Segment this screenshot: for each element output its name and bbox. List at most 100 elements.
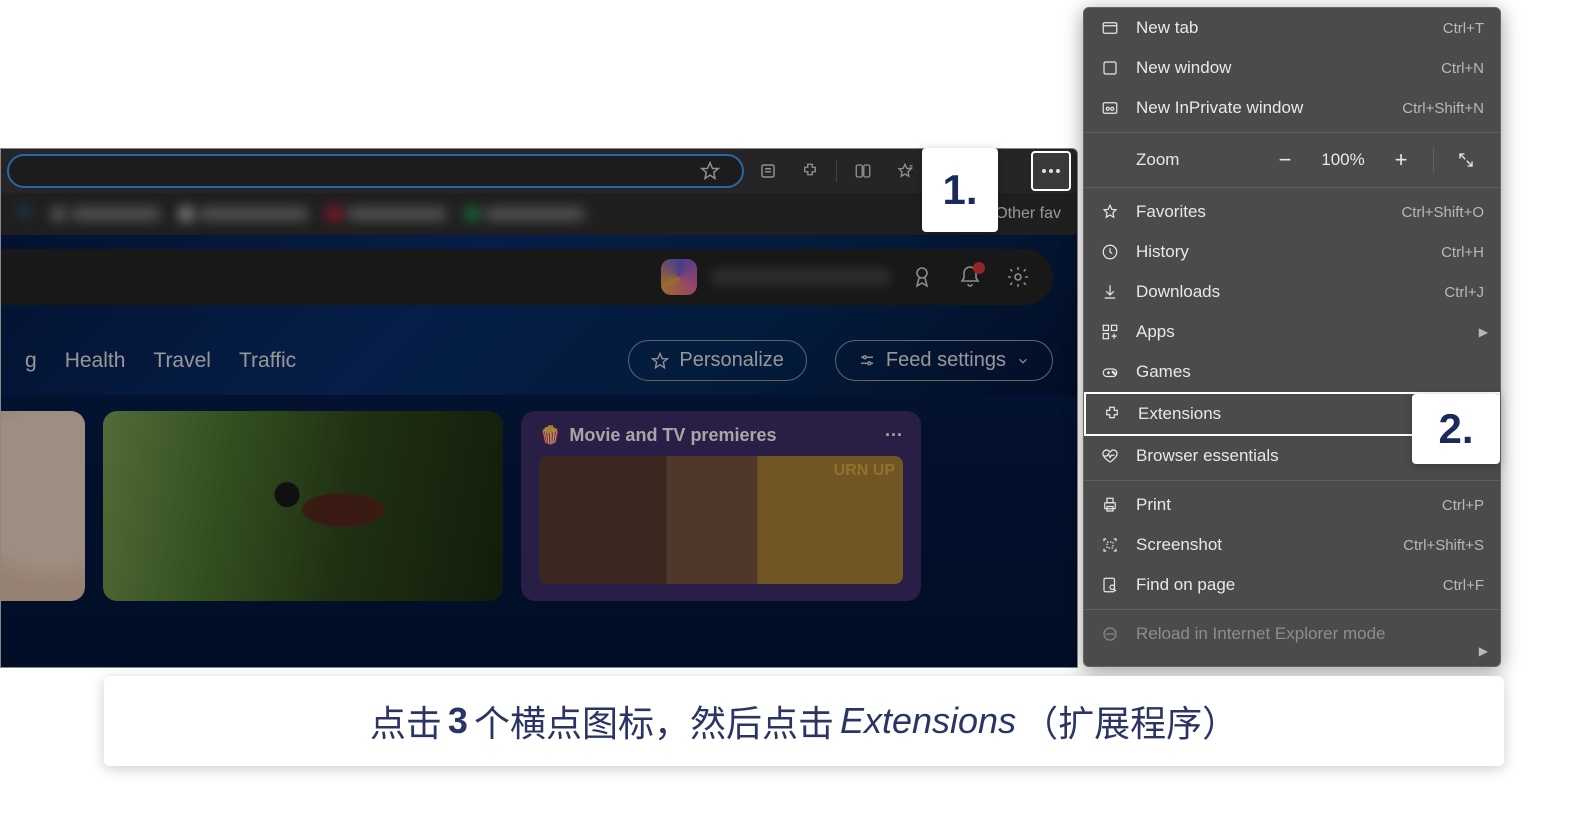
menu-print[interactable]: Print Ctrl+P [1084, 485, 1500, 525]
menu-label: Find on page [1136, 575, 1427, 595]
toolbar-row [1, 149, 1077, 193]
browser-window: Other fav g Health Travel Traffic [0, 148, 1078, 668]
find-icon [1100, 575, 1120, 595]
menu-separator [1084, 187, 1500, 188]
feed-settings-button[interactable]: Feed settings [835, 340, 1053, 381]
nav-tab[interactable]: Health [65, 349, 126, 373]
other-favorites-link[interactable]: Other fav [995, 205, 1061, 223]
menu-shortcut: Ctrl+T [1443, 20, 1484, 37]
search-icon[interactable] [17, 204, 33, 224]
split-screen-icon[interactable] [845, 153, 881, 189]
menu-label: History [1136, 242, 1425, 262]
menu-shortcut: Ctrl+Shift+S [1403, 537, 1484, 554]
screenshot-icon [1100, 535, 1120, 555]
news-card[interactable] [0, 411, 85, 601]
heart-pulse-icon [1100, 446, 1120, 466]
inprivate-icon [1100, 98, 1120, 118]
extensions-icon [1102, 404, 1122, 424]
zoom-out-button[interactable]: − [1267, 142, 1303, 178]
menu-downloads[interactable]: Downloads Ctrl+J [1084, 272, 1500, 312]
print-icon [1100, 495, 1120, 515]
feed-settings-label: Feed settings [886, 349, 1006, 372]
menu-label: Screenshot [1136, 535, 1387, 555]
menu-shortcut: Ctrl+Shift+O [1401, 204, 1484, 221]
bookmark-item[interactable] [465, 207, 585, 221]
menu-separator [1084, 480, 1500, 481]
menu-find[interactable]: Find on page Ctrl+F [1084, 565, 1500, 605]
news-cards: 🍿 Movie and TV premieres ··· [1, 395, 1077, 668]
movie-thumbnail [539, 456, 903, 584]
caption-bold: 3 [448, 700, 468, 742]
chevron-down-icon [1016, 354, 1030, 368]
popcorn-icon: 🍿 [539, 425, 561, 445]
hero-toolbar [1, 249, 1053, 305]
ie-icon [1100, 624, 1120, 644]
notification-dot [973, 262, 985, 274]
menu-label: New window [1136, 58, 1425, 78]
callout-1: 1. [922, 148, 998, 232]
reading-list-icon[interactable] [750, 153, 786, 189]
personalize-label: Personalize [679, 349, 784, 372]
menu-new-tab[interactable]: New tab Ctrl+T [1084, 8, 1500, 48]
toolbar-separator [836, 160, 837, 182]
caption-text: （扩展程序） [1022, 695, 1238, 747]
games-icon [1100, 362, 1120, 382]
chevron-right-icon: ▶ [1479, 325, 1488, 339]
menu-new-inprivate[interactable]: New InPrivate window Ctrl+Shift+N [1084, 88, 1500, 128]
card-more-icon[interactable]: ··· [885, 425, 903, 446]
menu-reload-ie: Reload in Internet Explorer mode [1084, 614, 1500, 654]
menu-shortcut: Ctrl+Shift+N [1402, 100, 1484, 117]
notifications-icon[interactable] [953, 260, 987, 294]
address-bar[interactable] [7, 154, 744, 188]
star-icon[interactable] [692, 153, 728, 189]
new-tab-icon [1100, 18, 1120, 38]
blurred-text [711, 268, 891, 286]
bookmark-item[interactable] [179, 207, 309, 221]
settings-gear-icon[interactable] [1001, 260, 1035, 294]
extensions-icon[interactable] [792, 153, 828, 189]
favorites-icon [1100, 202, 1120, 222]
nav-tab[interactable]: Traffic [239, 349, 296, 373]
apps-icon [1100, 322, 1120, 342]
menu-shortcut: Ctrl+H [1441, 244, 1484, 261]
menu-history[interactable]: History Ctrl+H [1084, 232, 1500, 272]
menu-label: Favorites [1136, 202, 1385, 222]
menu-label: Games [1136, 362, 1484, 382]
caption-italic: Extensions [840, 700, 1016, 742]
rewards-icon[interactable] [905, 260, 939, 294]
movie-card-title: Movie and TV premieres [569, 425, 776, 445]
settings-and-more-button[interactable] [1031, 151, 1071, 191]
menu-shortcut: Ctrl+P [1442, 497, 1484, 514]
nav-tab[interactable]: g [25, 349, 37, 373]
news-card-movie[interactable]: 🍿 Movie and TV premieres ··· [521, 411, 921, 601]
zoom-in-button[interactable]: + [1383, 142, 1419, 178]
bookmarks-bar: Other fav [1, 193, 1077, 235]
chevron-right-icon: ▶ [1479, 644, 1488, 658]
instruction-caption: 点击 3 个横点图标，然后点击 Extensions （扩展程序） [104, 676, 1504, 766]
favorites-icon[interactable] [887, 153, 923, 189]
menu-label: New InPrivate window [1136, 98, 1386, 118]
zoom-value: 100% [1317, 150, 1369, 170]
menu-shortcut: Ctrl+F [1443, 577, 1484, 594]
menu-favorites[interactable]: Favorites Ctrl+Shift+O [1084, 192, 1500, 232]
settings-menu: New tab Ctrl+T New window Ctrl+N New InP… [1083, 7, 1501, 667]
menu-label: New tab [1136, 18, 1427, 38]
callout-2: 2. [1412, 394, 1500, 464]
downloads-icon [1100, 282, 1120, 302]
nav-tab[interactable]: Travel [153, 349, 211, 373]
copilot-icon[interactable] [661, 259, 697, 295]
menu-new-window[interactable]: New window Ctrl+N [1084, 48, 1500, 88]
bookmark-item[interactable] [51, 207, 161, 221]
nav-tabs: g Health Travel Traffic Personalize Feed… [1, 340, 1077, 381]
caption-text: 点击 [370, 695, 442, 747]
menu-apps[interactable]: Apps ▶ [1084, 312, 1500, 352]
menu-games[interactable]: Games [1084, 352, 1500, 392]
bookmark-item[interactable] [327, 207, 447, 221]
menu-shortcut: Ctrl+N [1441, 60, 1484, 77]
news-card[interactable] [103, 411, 503, 601]
history-icon [1100, 242, 1120, 262]
zoom-label: Zoom [1136, 150, 1228, 170]
personalize-button[interactable]: Personalize [628, 340, 807, 381]
menu-screenshot[interactable]: Screenshot Ctrl+Shift+S [1084, 525, 1500, 565]
fullscreen-icon[interactable] [1448, 151, 1484, 169]
